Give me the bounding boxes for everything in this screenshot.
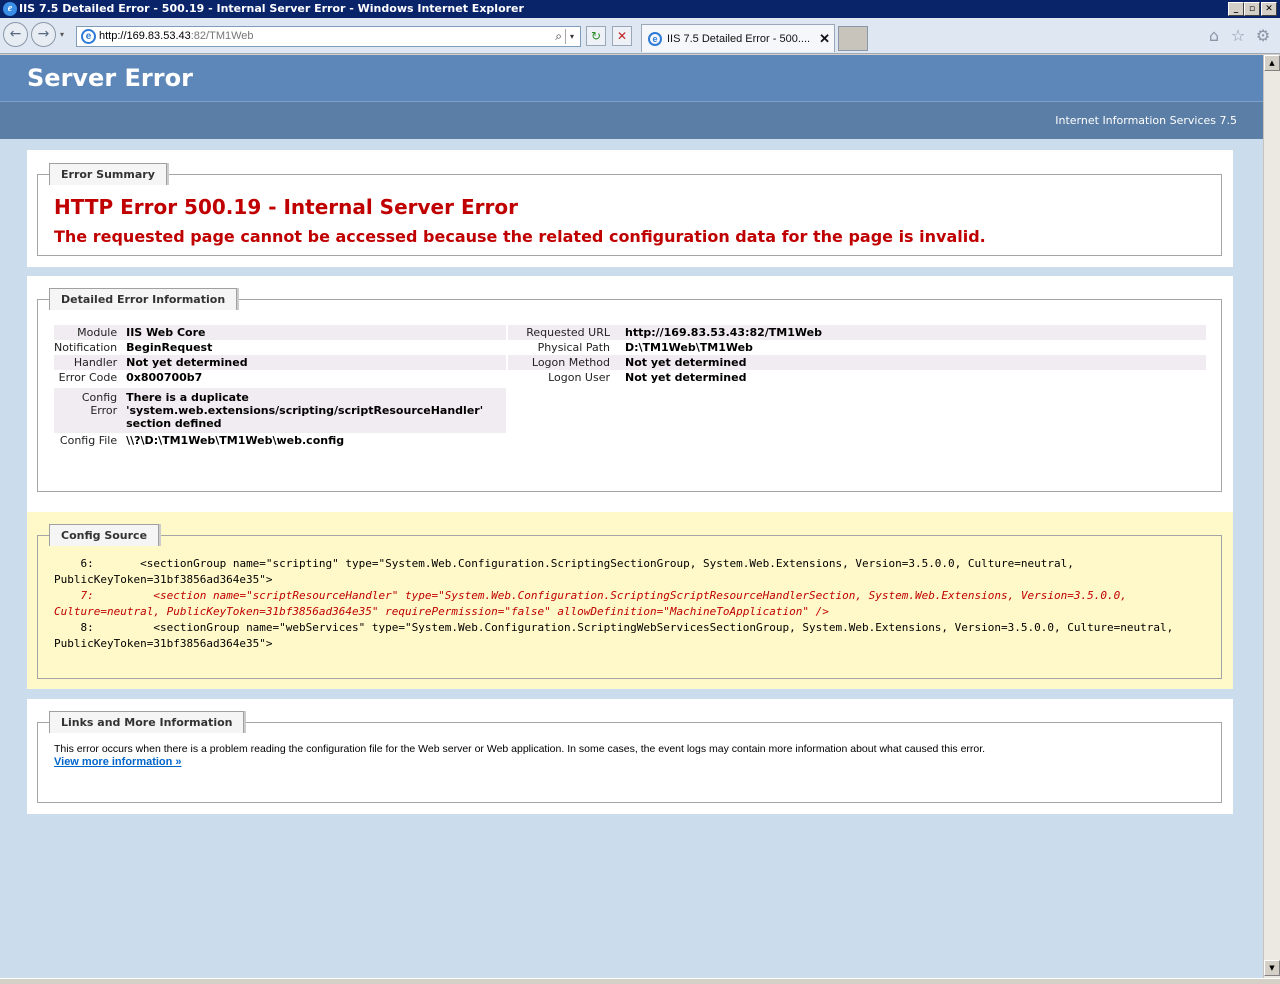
detailed-error-box: Detailed Error Information Module IIS We… (37, 288, 1222, 492)
page-icon: e (81, 29, 96, 44)
favorites-icon[interactable]: ☆ (1228, 26, 1248, 46)
detail-value: \\?\D:\TM1Web\TM1Web\web.config (126, 434, 345, 447)
detail-key: Handler (54, 355, 127, 370)
links-box: Links and More Information This error oc… (37, 711, 1222, 803)
detail-row: Physical Path D:\TM1Web\TM1Web (508, 340, 1206, 355)
error-message: The requested page cannot be accessed be… (54, 227, 986, 246)
detail-row: Module IIS Web Core (54, 325, 506, 340)
detail-key: Config Error (54, 388, 127, 433)
error-summary-box: Error Summary HTTP Error 500.19 - Intern… (37, 163, 1222, 256)
code-line-6: 6: <sectionGroup name="scripting" type="… (54, 557, 1081, 586)
detail-row: Logon Method Not yet determined (508, 355, 1206, 370)
detail-row: Config Error There is a duplicate 'syste… (54, 388, 506, 433)
maximize-button[interactable]: ▫ (1244, 2, 1260, 16)
detail-value: Not yet determined (625, 371, 747, 384)
window-title: IIS 7.5 Detailed Error - 500.19 - Intern… (19, 2, 524, 15)
detail-table-right: Requested URL http://169.83.53.43:82/TM1… (508, 325, 1206, 385)
detailed-error-legend: Detailed Error Information (49, 288, 238, 310)
server-info: Internet Information Services 7.5 (0, 102, 1263, 139)
detail-value: http://169.83.53.43:82/TM1Web (625, 325, 1206, 340)
back-button[interactable]: ← (3, 22, 28, 47)
detail-key: Requested URL (508, 325, 625, 340)
recent-pages-dropdown-icon[interactable]: ▾ (60, 30, 64, 39)
detail-value: IIS Web Core (126, 325, 506, 340)
config-source-panel: Config Source 6: <sectionGroup name="scr… (27, 512, 1233, 689)
error-summary-panel: Error Summary HTTP Error 500.19 - Intern… (27, 150, 1233, 267)
detail-row: Logon User Not yet determined (508, 370, 1206, 385)
detail-key: Logon Method (508, 355, 625, 370)
ie-app-icon: e (3, 2, 17, 16)
new-tab-button[interactable] (838, 26, 868, 51)
tab-label: IIS 7.5 Detailed Error - 500.... (667, 33, 811, 45)
detail-value: There is a duplicate 'system.web.extensi… (126, 388, 506, 433)
detail-key: Config File (59, 434, 118, 447)
links-text: This error occurs when there is a proble… (54, 743, 986, 755)
forward-button[interactable]: → (31, 22, 56, 47)
close-button[interactable]: ✕ (1261, 2, 1277, 16)
links-legend: Links and More Information (49, 711, 245, 733)
home-icon[interactable]: ⌂ (1204, 26, 1224, 46)
detail-row: Requested URL http://169.83.53.43:82/TM1… (508, 325, 1206, 340)
scroll-down-icon[interactable]: ▼ (1264, 960, 1280, 976)
title-bar: e IIS 7.5 Detailed Error - 500.19 - Inte… (0, 0, 1280, 18)
detail-row: Config File \\?\D:\TM1Web\TM1Web\web.con… (54, 433, 506, 448)
code-line-7: 7: <section name="scriptResourceHandler"… (54, 589, 1134, 618)
config-source-legend: Config Source (49, 524, 160, 546)
detail-key: Notification (54, 341, 118, 354)
detail-key: Module (54, 325, 127, 340)
detail-value: Not yet determined (126, 355, 506, 370)
address-rest: :82/TM1Web (190, 30, 254, 42)
minimize-button[interactable]: _ (1228, 2, 1244, 16)
detail-table-left: Module IIS Web Core Notification BeginRe… (54, 325, 506, 448)
status-bar (0, 978, 1280, 984)
vertical-scrollbar[interactable]: ▲ ▼ (1263, 55, 1280, 978)
address-dropdown-icon[interactable]: ▾ (565, 29, 578, 44)
error-heading: HTTP Error 500.19 - Internal Server Erro… (54, 195, 518, 219)
browser-toolbar: ← → ▾ e http://169.83.53.43:82/TM1Web ⌕ … (0, 18, 1280, 54)
tab-page-icon: e (648, 32, 662, 46)
config-source-box: Config Source 6: <sectionGroup name="scr… (37, 524, 1222, 679)
address-bar[interactable]: e http://169.83.53.43:82/TM1Web ⌕ ▾ (76, 26, 581, 47)
detail-value: D:\TM1Web\TM1Web (625, 341, 753, 354)
tools-gear-icon[interactable]: ⚙ (1253, 26, 1273, 46)
code-line-8: 8: <sectionGroup name="webServices" type… (54, 621, 1180, 650)
detail-value: 0x800700b7 (126, 371, 203, 384)
detail-value: BeginRequest (126, 341, 213, 354)
tab-close-icon[interactable]: ✕ (819, 25, 830, 52)
error-summary-legend: Error Summary (49, 163, 167, 185)
detail-row: Handler Not yet determined (54, 355, 506, 370)
address-host: http://169.83.53.43 (99, 30, 191, 42)
detail-key: Physical Path (537, 341, 610, 354)
detail-key: Error Code (58, 371, 118, 384)
links-panel: Links and More Information This error oc… (27, 699, 1233, 814)
stop-button[interactable]: ✕ (612, 26, 632, 46)
view-more-link[interactable]: View more information » (54, 756, 1194, 769)
tab-current[interactable]: e IIS 7.5 Detailed Error - 500.... ✕ (641, 24, 835, 52)
detail-row: Error Code 0x800700b7 (54, 370, 506, 388)
detail-key: Logon User (548, 371, 610, 384)
detail-value: Not yet determined (625, 355, 1206, 370)
page-title: Server Error (27, 64, 193, 92)
refresh-button[interactable]: ↻ (586, 26, 606, 46)
detail-row: Notification BeginRequest (54, 340, 506, 355)
search-icon[interactable]: ⌕ (555, 27, 562, 46)
links-content: This error occurs when there is a proble… (54, 743, 1194, 769)
page-content: Server Error Internet Information Servic… (0, 55, 1263, 978)
browser-window: e IIS 7.5 Detailed Error - 500.19 - Inte… (0, 0, 1280, 984)
scroll-up-icon[interactable]: ▲ (1264, 55, 1280, 71)
config-source-code: 6: <sectionGroup name="scripting" type="… (54, 556, 1174, 652)
page-header: Server Error (0, 55, 1263, 102)
